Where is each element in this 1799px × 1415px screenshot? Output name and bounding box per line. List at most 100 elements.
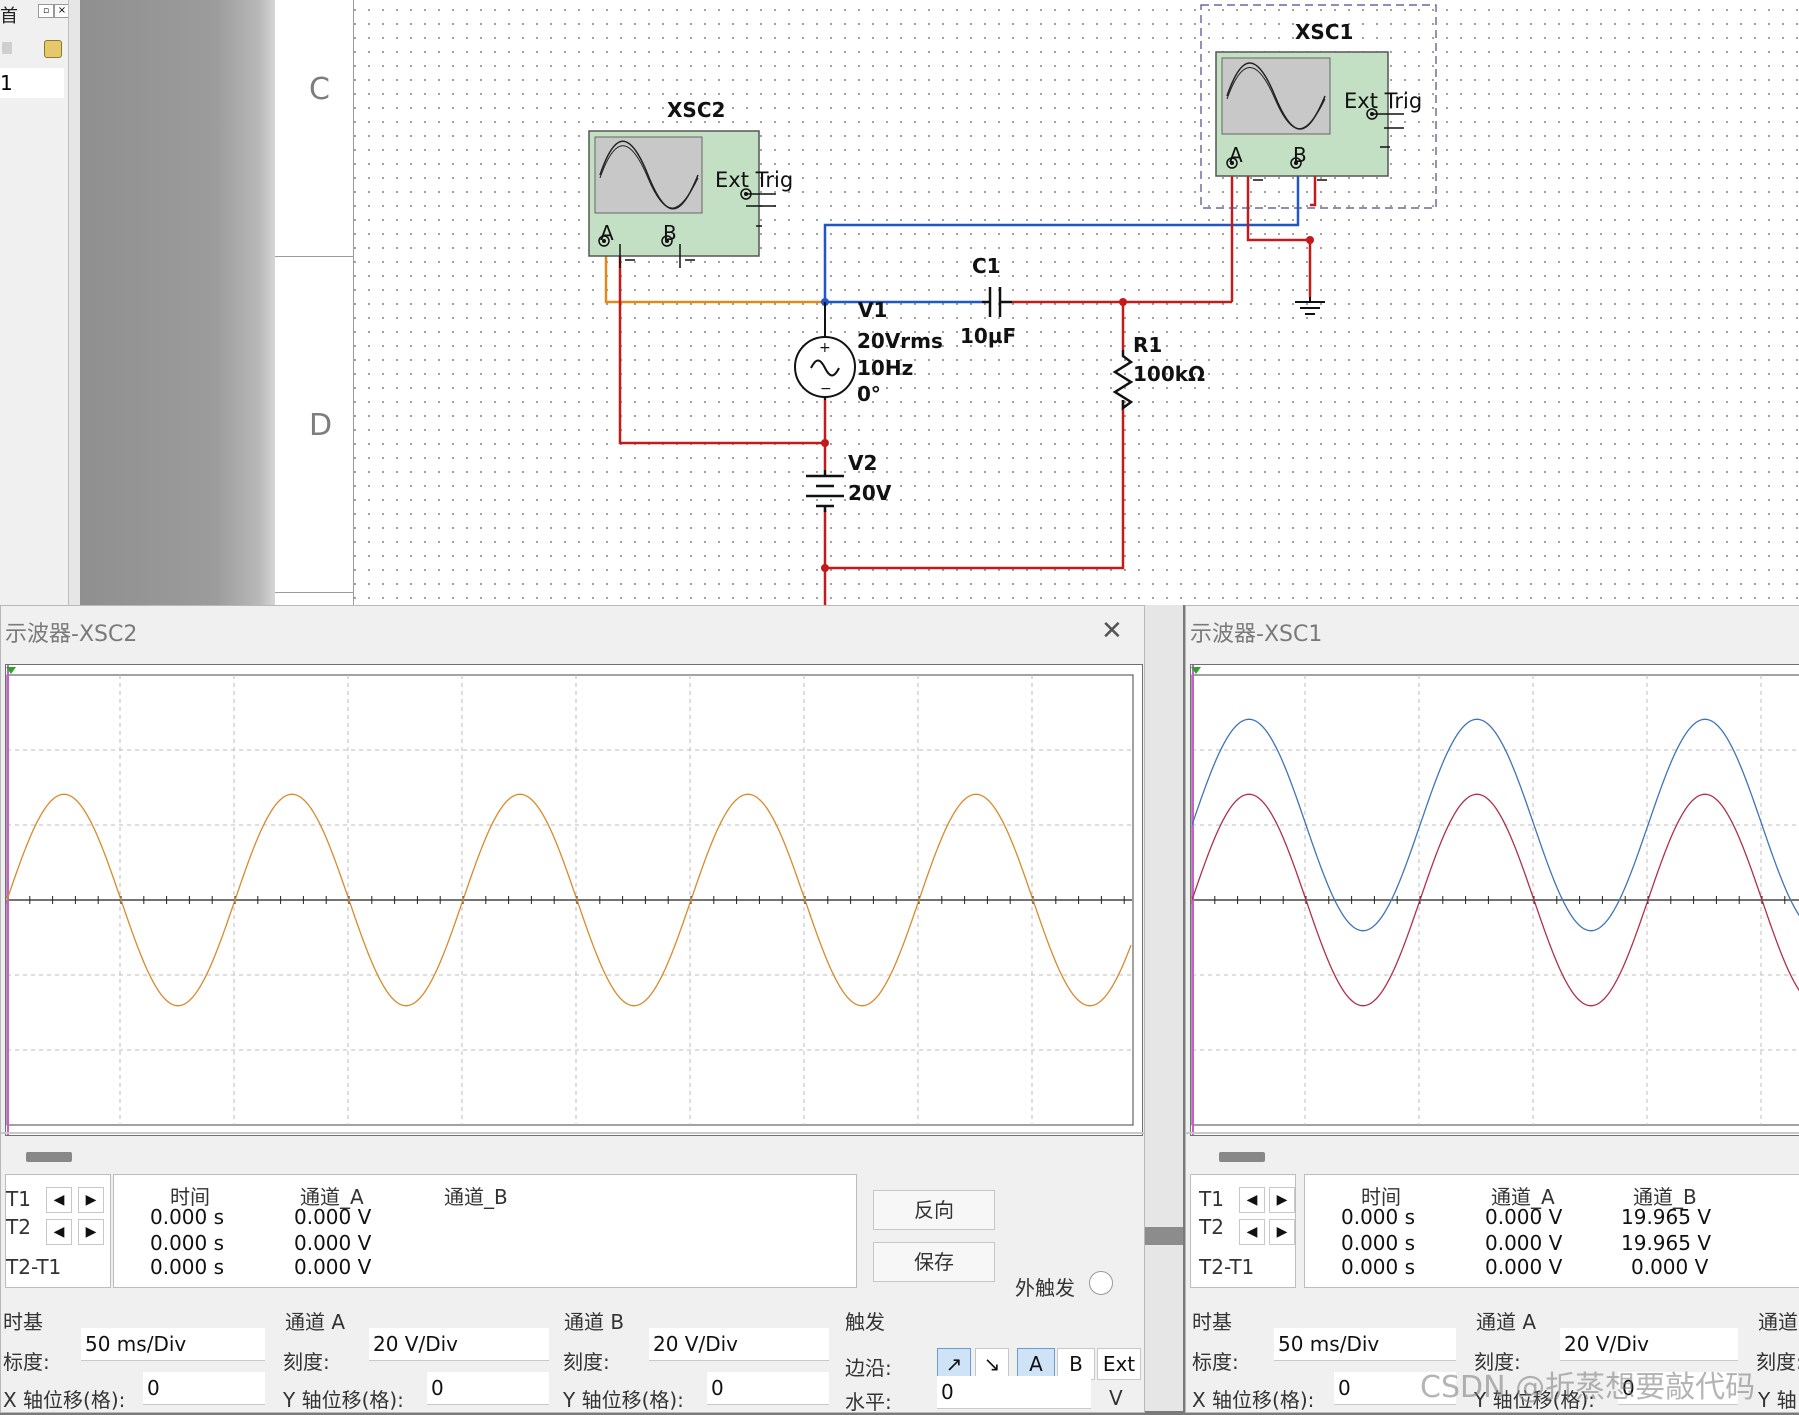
xsc1-t2-right-arrow-icon[interactable]: ▶ xyxy=(1269,1219,1295,1245)
watermark: CSDN @折蒸想要敲代码 xyxy=(1420,1370,1756,1405)
xsc1-delta-channel-a-value: 0.000 V xyxy=(1485,1255,1563,1279)
x-position-field[interactable]: 0 xyxy=(143,1372,265,1405)
xsc1-cursor-t2-label: T2 xyxy=(1199,1215,1224,1239)
battery-icon xyxy=(806,470,844,512)
cursor-labels: T1 ◀ ▶ T2 ◀ ▶ T2-T1 xyxy=(5,1174,111,1288)
xsc1-cursor-labels: T1 ◀ ▶ T2 ◀ ▶ T2-T1 xyxy=(1190,1174,1296,1288)
channel-b-scale-label: 刻度: xyxy=(563,1350,610,1374)
cursor-t2-label: T2 xyxy=(6,1215,31,1239)
xsc1-pin-b-label: B xyxy=(1293,143,1307,167)
ext-trigger-label: 外触发 xyxy=(1015,1276,1075,1300)
window-gap xyxy=(1145,605,1183,1411)
r1-name: R1 xyxy=(1133,333,1162,357)
xsc1-t2-channel-a-value: 0.000 V xyxy=(1485,1231,1563,1255)
close-icon[interactable]: ✕ xyxy=(1101,618,1123,644)
timebase-scale-field[interactable]: 50 ms/Div xyxy=(81,1328,265,1361)
xsc1-t1-left-arrow-icon[interactable]: ◀ xyxy=(1239,1187,1265,1213)
xsc1-ext-trig-label: Ext Trig xyxy=(1344,89,1422,113)
xsc1-delta-time-value: 0.000 s xyxy=(1341,1255,1416,1279)
ground-icon xyxy=(1295,297,1325,315)
xsc1-channel-b-title: 通道 xyxy=(1758,1310,1798,1334)
scope-window-xsc1[interactable]: 示波器-XSC1 T1 ◀ ▶ T2 ◀ ▶ T2-T1 时间 通道_A 通道_… xyxy=(1185,605,1799,1413)
reverse-button[interactable]: 反向 xyxy=(873,1190,995,1230)
scope-xsc2-title: 示波器-XSC2 xyxy=(5,622,138,647)
v1-amplitude: 20Vrms xyxy=(857,329,943,353)
xsc2-pin-a-label: A xyxy=(600,221,614,245)
xsc1-timebase-scale-field[interactable]: 50 ms/Div xyxy=(1274,1328,1456,1361)
channel-a-scale-field[interactable]: 20 V/Div xyxy=(369,1328,549,1361)
t1-right-arrow-icon[interactable]: ▶ xyxy=(78,1187,104,1213)
channel-a-ypos-label: Y 轴位移(格): xyxy=(283,1388,404,1412)
trigger-level-unit: V xyxy=(1109,1386,1123,1410)
xsc1-t1-time-value: 0.000 s xyxy=(1341,1205,1416,1229)
scope-xsc1-display xyxy=(1190,664,1799,1136)
delta-time-value: 0.000 s xyxy=(150,1255,225,1279)
trigger-level-field[interactable]: 0 xyxy=(937,1376,1091,1409)
scope-xsc1-title: 示波器-XSC1 xyxy=(1190,622,1323,647)
measurement-readout: 时间 通道_A 通道_B 0.000 s 0.000 V 0.000 s 0.0… xyxy=(113,1174,857,1288)
save-button[interactable]: 保存 xyxy=(873,1242,995,1282)
svg-text:+: + xyxy=(819,340,831,356)
scope-xsc2-display xyxy=(5,664,1143,1136)
t1-left-arrow-icon[interactable]: ◀ xyxy=(46,1187,72,1213)
graticule xyxy=(1191,665,1799,1135)
x-position-label: X 轴位移(格): xyxy=(3,1388,126,1412)
scope-window-xsc2[interactable]: 示波器-XSC2 ✕ T1 ◀ ▶ T2 ◀ ▶ T2-T1 时间 通道_A 通… xyxy=(0,605,1145,1414)
channel-a-title: 通道 A xyxy=(285,1310,346,1334)
xsc1-timebase-scale-label: 标度: xyxy=(1192,1350,1239,1374)
channel-a-scale-label: 刻度: xyxy=(283,1350,330,1374)
channel-b-title: 通道 B xyxy=(564,1310,625,1334)
trigger-source-ext-button[interactable]: Ext xyxy=(1097,1348,1141,1380)
xsc1-cursor-delta-label: T2-T1 xyxy=(1199,1255,1255,1279)
v1-phase: 0° xyxy=(857,382,881,406)
xsc1-t1-channel-b-value: 19.965 V xyxy=(1621,1205,1712,1229)
xsc1-channel-b-ypos-label: Y 轴 xyxy=(1758,1388,1797,1412)
channel-b-ypos-field[interactable]: 0 xyxy=(707,1372,829,1405)
t2-right-arrow-icon[interactable]: ▶ xyxy=(78,1219,104,1245)
xsc2-instrument xyxy=(588,130,776,268)
xsc1-x-position-label: X 轴位移(格): xyxy=(1192,1388,1315,1412)
scope-xsc2-scrollbar[interactable] xyxy=(26,1152,72,1162)
timebase-scale-label: 标度: xyxy=(3,1350,50,1374)
v1-name: V1 xyxy=(858,298,887,322)
channel-a-ypos-field[interactable]: 0 xyxy=(427,1372,549,1405)
xsc1-t1-channel-a-value: 0.000 V xyxy=(1485,1205,1563,1229)
wire-red-xsc1-gnd xyxy=(1246,165,1312,297)
scope-xsc1-scrollbar[interactable] xyxy=(1219,1152,1265,1162)
xsc2-ext-trig-label: Ext Trig xyxy=(715,168,793,192)
cursor-delta-label: T2-T1 xyxy=(6,1255,62,1279)
graticule xyxy=(6,665,1134,1135)
ext-trigger-terminal-icon[interactable] xyxy=(1089,1271,1113,1295)
t2-left-arrow-icon[interactable]: ◀ xyxy=(46,1219,72,1245)
xsc2-label: XSC2 xyxy=(667,98,725,122)
resistor-icon xyxy=(1112,350,1134,411)
ac-source-icon: + − xyxy=(794,302,856,400)
v2-value: 20V xyxy=(848,481,892,505)
channel-b-scale-field[interactable]: 20 V/Div xyxy=(649,1328,829,1361)
channel-b-ypos-label: Y 轴位移(格): xyxy=(563,1388,684,1412)
wire-red-xsc2 xyxy=(618,245,825,445)
t2-channel-a-value: 0.000 V xyxy=(294,1231,372,1255)
capacitor-icon xyxy=(982,287,1012,317)
r1-value: 100kΩ xyxy=(1133,362,1205,386)
wire-blue xyxy=(823,165,1300,302)
c1-value: 10µF xyxy=(960,324,1016,348)
circuit-diagram: XSC2 Ext Trig A B XSC1 Ext Trig A B + − … xyxy=(588,4,1437,605)
xsc1-t2-channel-b-value: 19.965 V xyxy=(1621,1231,1712,1255)
t2-time-value: 0.000 s xyxy=(150,1231,225,1255)
xsc1-t2-left-arrow-icon[interactable]: ◀ xyxy=(1239,1219,1265,1245)
v1-frequency: 10Hz xyxy=(857,356,913,380)
trigger-title: 触发 xyxy=(845,1310,885,1334)
xsc1-channel-a-scale-field[interactable]: 20 V/Div xyxy=(1560,1328,1738,1361)
xsc1-pin-a-label: A xyxy=(1229,143,1243,167)
xsc1-cursor-t1-label: T1 xyxy=(1199,1187,1224,1211)
xsc1-label: XSC1 xyxy=(1295,20,1353,44)
svg-text:−: − xyxy=(820,381,832,397)
xsc1-delta-channel-b-value: 0.000 V xyxy=(1631,1255,1709,1279)
readout-header-channel-b: 通道_B xyxy=(444,1185,508,1209)
trigger-edge-label: 边沿: xyxy=(845,1356,892,1380)
xsc1-t2-time-value: 0.000 s xyxy=(1341,1231,1416,1255)
cursor-t1-label: T1 xyxy=(6,1187,31,1211)
delta-channel-a-value: 0.000 V xyxy=(294,1255,372,1279)
xsc1-t1-right-arrow-icon[interactable]: ▶ xyxy=(1269,1187,1295,1213)
